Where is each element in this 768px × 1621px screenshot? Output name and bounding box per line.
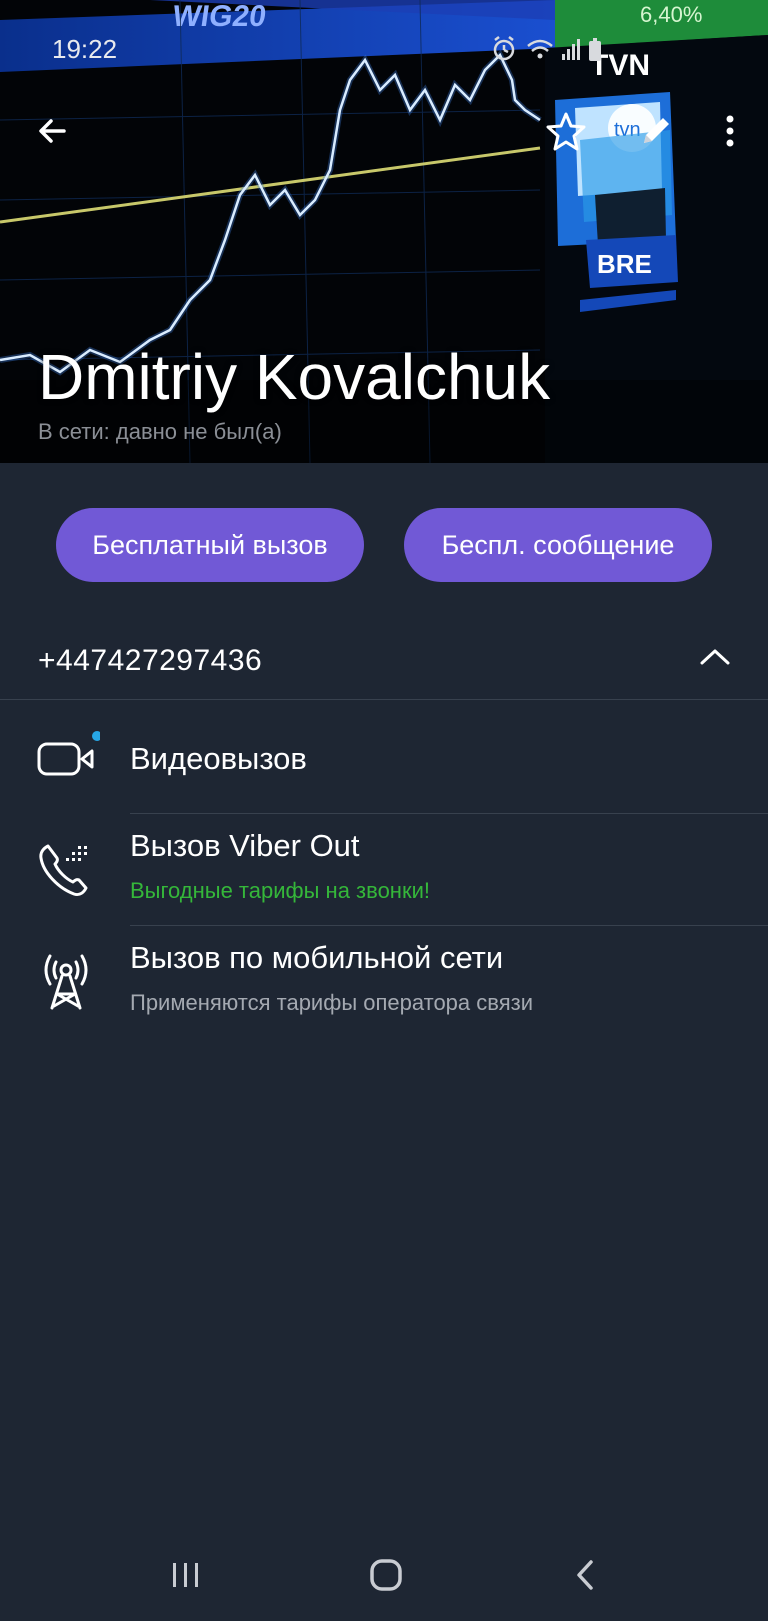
recent-apps-button[interactable] bbox=[156, 1550, 216, 1600]
action-buttons: Бесплатный вызов Беспл. сообщение bbox=[0, 508, 768, 582]
profile-header: WIG20 6,40% tvn TVN BRE 19:22 Dmitriy Ko… bbox=[0, 0, 768, 463]
more-vert-icon bbox=[726, 115, 734, 147]
collapse-button[interactable] bbox=[690, 632, 740, 682]
status-bar: 19:22 bbox=[0, 0, 768, 90]
home-icon bbox=[370, 1559, 402, 1591]
battery-icon bbox=[589, 38, 601, 61]
signal-icon bbox=[562, 39, 580, 60]
free-call-button[interactable]: Бесплатный вызов bbox=[56, 508, 364, 582]
alarm-icon bbox=[493, 36, 515, 61]
home-button[interactable] bbox=[356, 1550, 416, 1600]
back-arrow-icon bbox=[39, 119, 66, 143]
mobile-call-option[interactable]: Вызов по мобильной сети Применяются тари… bbox=[0, 926, 768, 1038]
phone-number-row[interactable]: +447427297436 bbox=[0, 620, 768, 700]
contact-name: Dmitriy Kovalchuk bbox=[38, 341, 551, 413]
phone-number: +447427297436 bbox=[38, 644, 263, 677]
cell-tower-icon bbox=[44, 954, 88, 1010]
status-time: 19:22 bbox=[52, 34, 118, 64]
contact-status: В сети: давно не был(а) bbox=[38, 419, 282, 444]
phone-dots-icon bbox=[39, 844, 88, 896]
viber-out-title: Вызов Viber Out bbox=[130, 828, 360, 863]
free-message-button[interactable]: Беспл. сообщение bbox=[404, 508, 712, 582]
video-call-option[interactable]: Видеовызов bbox=[0, 702, 768, 814]
more-options-button[interactable] bbox=[700, 101, 760, 161]
viber-out-call-option[interactable]: Вызов Viber Out Выгодные тарифы на звонк… bbox=[0, 814, 768, 926]
viber-out-subtitle: Выгодные тарифы на звонки! bbox=[130, 878, 430, 903]
video-camera-icon bbox=[37, 731, 100, 776]
banner-label: BRE bbox=[597, 249, 652, 279]
recent-apps-icon bbox=[173, 1563, 198, 1587]
star-icon bbox=[546, 112, 586, 151]
mobile-call-subtitle: Применяются тарифы оператора связи bbox=[130, 990, 533, 1015]
status-icons bbox=[493, 36, 601, 61]
system-back-button[interactable] bbox=[556, 1550, 616, 1600]
back-button[interactable] bbox=[22, 101, 82, 161]
back-icon bbox=[577, 1560, 593, 1590]
notification-dot bbox=[92, 731, 100, 741]
video-call-title: Видеовызов bbox=[130, 741, 307, 776]
wifi-icon bbox=[527, 39, 553, 59]
chevron-up-icon bbox=[700, 649, 730, 665]
navigation-bar bbox=[0, 1540, 768, 1621]
edit-button[interactable] bbox=[626, 101, 686, 161]
favorite-button[interactable] bbox=[536, 101, 596, 161]
mobile-call-title: Вызов по мобильной сети bbox=[130, 940, 504, 975]
pencil-icon bbox=[644, 118, 669, 143]
